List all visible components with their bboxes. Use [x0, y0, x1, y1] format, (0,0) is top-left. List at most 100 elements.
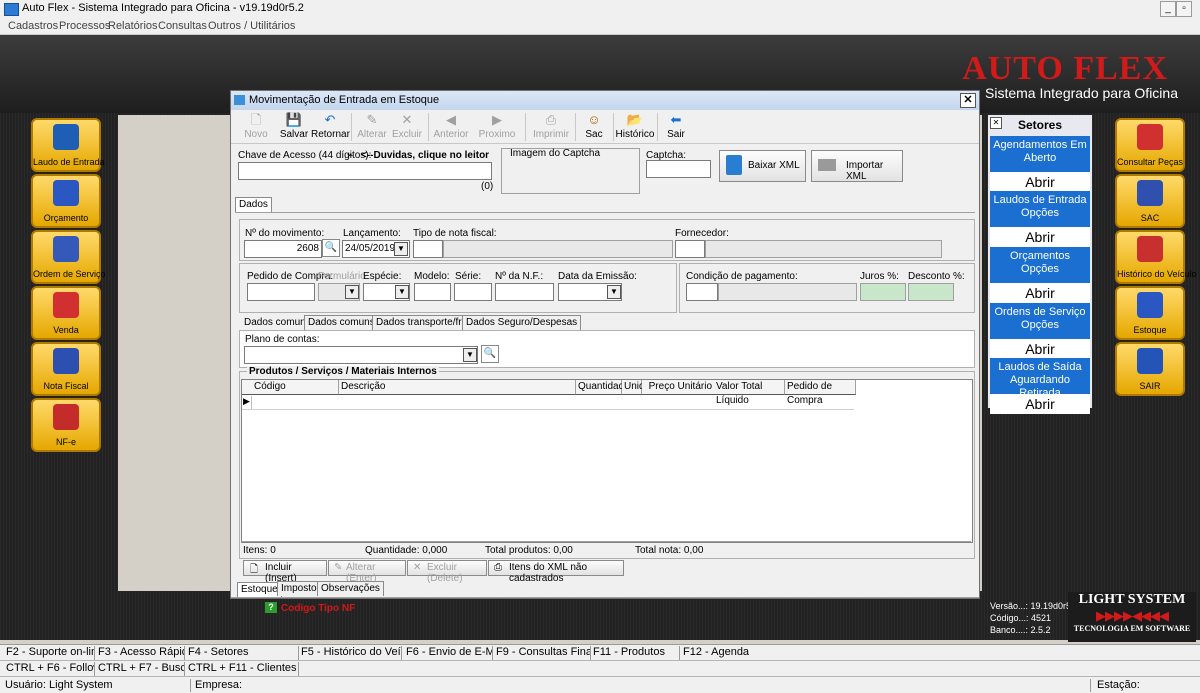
menu-processos[interactable]: Processos — [59, 20, 110, 32]
fkey-envio-email[interactable]: F6 - Envio de E-Mail — [402, 646, 493, 660]
estoque-button[interactable]: Estoque — [1115, 286, 1185, 340]
formulario-dropdown-icon[interactable]: ▼ — [345, 285, 359, 299]
laudo-entrada-button[interactable]: Laudo de Entrada — [31, 118, 105, 172]
tab-observacoes[interactable]: Observações — [317, 581, 384, 596]
tab-seguro-despesas[interactable]: Dados Seguro/Despesas — [462, 315, 582, 330]
total-nota: Total nota: 0,00 — [635, 545, 704, 556]
menu-cadastros[interactable]: Cadastros — [8, 20, 58, 32]
col-valor-total[interactable]: Valor Total Líquido — [714, 380, 785, 406]
proximo-button[interactable]: ▶ Proximo — [477, 113, 517, 141]
window-titlebar: Auto Flex - Sistema Integrado para Ofici… — [0, 0, 1200, 19]
retornar-button[interactable]: ↶ Retornar — [311, 113, 350, 141]
num-movimento-input[interactable]: 2608 — [244, 240, 322, 258]
bottom-divider — [231, 597, 979, 598]
col-descricao[interactable]: Descrição — [339, 380, 576, 395]
nfe-button[interactable]: NF-e — [31, 398, 101, 452]
salvar-button[interactable]: 💾 Salvar — [275, 113, 313, 141]
setor-abrir-button[interactable]: Abrir — [990, 394, 1090, 414]
fkey-produtos[interactable]: F11 - Produtos — [589, 646, 680, 660]
fkey-suporte[interactable]: F2 - Suporte on-line — [2, 646, 95, 660]
search-movimento-icon[interactable]: 🔍 — [322, 239, 340, 257]
plano-search-icon[interactable]: 🔍 — [481, 345, 499, 363]
fkey-agenda[interactable]: F12 - Agenda — [679, 646, 769, 660]
plano-contas-select[interactable] — [244, 346, 478, 364]
help-icon[interactable]: ? — [265, 602, 277, 613]
anterior-button[interactable]: ◀ Anterior — [431, 113, 471, 141]
baixar-xml-button[interactable]: Baixar XML — [719, 150, 806, 182]
orcamento-icon — [53, 180, 79, 206]
historico-button[interactable]: 📂 Histórico — [615, 113, 655, 141]
dialog-close-button[interactable]: ✕ — [960, 93, 976, 108]
menu-relatorios[interactable]: Relatórios — [108, 20, 158, 32]
tab-dados[interactable]: Dados — [235, 197, 272, 212]
novo-button[interactable]: 🗋 Novo — [237, 113, 275, 141]
fornecedor-desc — [705, 240, 942, 258]
fkey-busca-cep[interactable]: CTRL + F7 - Busca CEI — [94, 662, 185, 676]
fkey-acesso-rapido[interactable]: F3 - Acesso Rápido — [94, 646, 185, 660]
menu-consultas[interactable]: Consultas — [158, 20, 207, 32]
plano-contas-dropdown-icon[interactable]: ▼ — [463, 348, 477, 362]
nota-fiscal-button[interactable]: Nota Fiscal — [31, 342, 101, 396]
tab-estoque[interactable]: Estoque — [237, 582, 282, 597]
sair-button[interactable]: SAIR — [1115, 342, 1185, 396]
col-pedido-compra[interactable]: Pedido de Compra — [785, 380, 856, 406]
desconto-input[interactable] — [908, 283, 954, 301]
sac-toolbar-button[interactable]: ☺ Sac — [575, 113, 613, 141]
barcode-reader-icon[interactable]: ⌁ — [347, 150, 353, 161]
restore-button[interactable]: ▫ — [1176, 1, 1192, 17]
menu-outros[interactable]: Outros / Utilitários — [208, 20, 295, 32]
edit-icon: ✎ — [366, 112, 378, 127]
minimize-button[interactable]: _ — [1160, 1, 1176, 17]
excluir-button[interactable]: ✕ Excluir — [388, 113, 426, 141]
importar-xml-button[interactable]: Importar XML — [811, 150, 903, 182]
retornar-label: Retornar — [311, 129, 350, 140]
col-unid[interactable]: Unid — [622, 380, 645, 395]
itens-xml-button[interactable]: ⎙ Itens do XML não cadastrados — [488, 560, 624, 584]
code-text: Código...: 4521 — [990, 613, 1052, 623]
produtos-grid[interactable]: Código Descrição Quantidade Unid Preço U… — [241, 379, 973, 543]
chave-acesso-input[interactable] — [238, 162, 492, 180]
sac-button[interactable]: SAC — [1115, 174, 1185, 228]
sair-toolbar-button[interactable]: ⬅ Sair — [657, 113, 695, 141]
col-codigo[interactable]: Código — [252, 380, 339, 395]
tab-dados-comuns[interactable]: Dados comuns — [241, 316, 314, 330]
dialog-title: Movimentação de Entrada em Estoque — [249, 94, 440, 106]
fkey-historico-veiculo[interactable]: F5 - Histórico do Veículo — [297, 646, 402, 660]
toolbar-separator — [351, 113, 352, 141]
fkey-setores[interactable]: F4 - Setores — [184, 646, 299, 660]
historico-veiculo-button[interactable]: Histórico do Veículo — [1115, 230, 1197, 284]
fkey-follow-up[interactable]: CTRL + F6 - Follow-up — [2, 662, 95, 676]
fkey-clientes[interactable]: CTRL + F11 - Clientes / Forr — [184, 662, 299, 676]
setor-abrir-button[interactable]: Abrir — [990, 227, 1090, 247]
condicao-code-input[interactable] — [686, 283, 718, 301]
imprimir-button[interactable]: ⎙ Imprimir — [531, 113, 571, 141]
fkey-consultas-financeiras[interactable]: F9 - Consultas Financeir — [492, 646, 591, 660]
pedido-compra-input[interactable] — [247, 283, 315, 301]
consultar-pecas-button[interactable]: Consultar Peças — [1115, 118, 1185, 172]
especie-dropdown-icon[interactable]: ▼ — [395, 285, 409, 299]
ordem-servico-button[interactable]: Ordem de Serviço — [31, 230, 106, 284]
excluir-item-button[interactable]: ✕ Excluir (Delete) — [407, 560, 487, 584]
laudo-icon — [53, 124, 79, 150]
alterar-button[interactable]: ✎ Alterar — [353, 113, 391, 141]
table-row[interactable]: ▶ — [242, 396, 854, 410]
serie-input[interactable] — [454, 283, 492, 301]
setor-abrir-button[interactable]: Abrir — [990, 283, 1090, 303]
col-quantidade[interactable]: Quantidade — [576, 380, 630, 395]
tipo-nota-code-input[interactable] — [413, 240, 443, 258]
col-preco-unitario[interactable]: Preço Unitário — [642, 380, 715, 395]
lancamento-dropdown-icon[interactable]: ▼ — [394, 242, 408, 256]
numero-nf-input[interactable] — [495, 283, 554, 301]
juros-input[interactable] — [860, 283, 906, 301]
incluir-button[interactable]: 🗋 Incluir (Insert) — [243, 560, 327, 584]
alterar-item-button[interactable]: ✎ Alterar (Enter) — [328, 560, 406, 584]
venda-button[interactable]: Venda — [31, 286, 101, 340]
modelo-input[interactable] — [414, 283, 451, 301]
captcha-input[interactable] — [646, 160, 711, 178]
data-emissao-dropdown-icon[interactable]: ▼ — [607, 285, 621, 299]
orcamento-button[interactable]: Orçamento — [31, 174, 101, 228]
setor-abrir-button[interactable]: Abrir — [990, 339, 1090, 359]
duvidas-link[interactable]: <--Duvidas, clique no leitor — [361, 150, 489, 161]
fornecedor-code-input[interactable] — [675, 240, 705, 258]
setor-abrir-button[interactable]: Abrir — [990, 172, 1090, 192]
